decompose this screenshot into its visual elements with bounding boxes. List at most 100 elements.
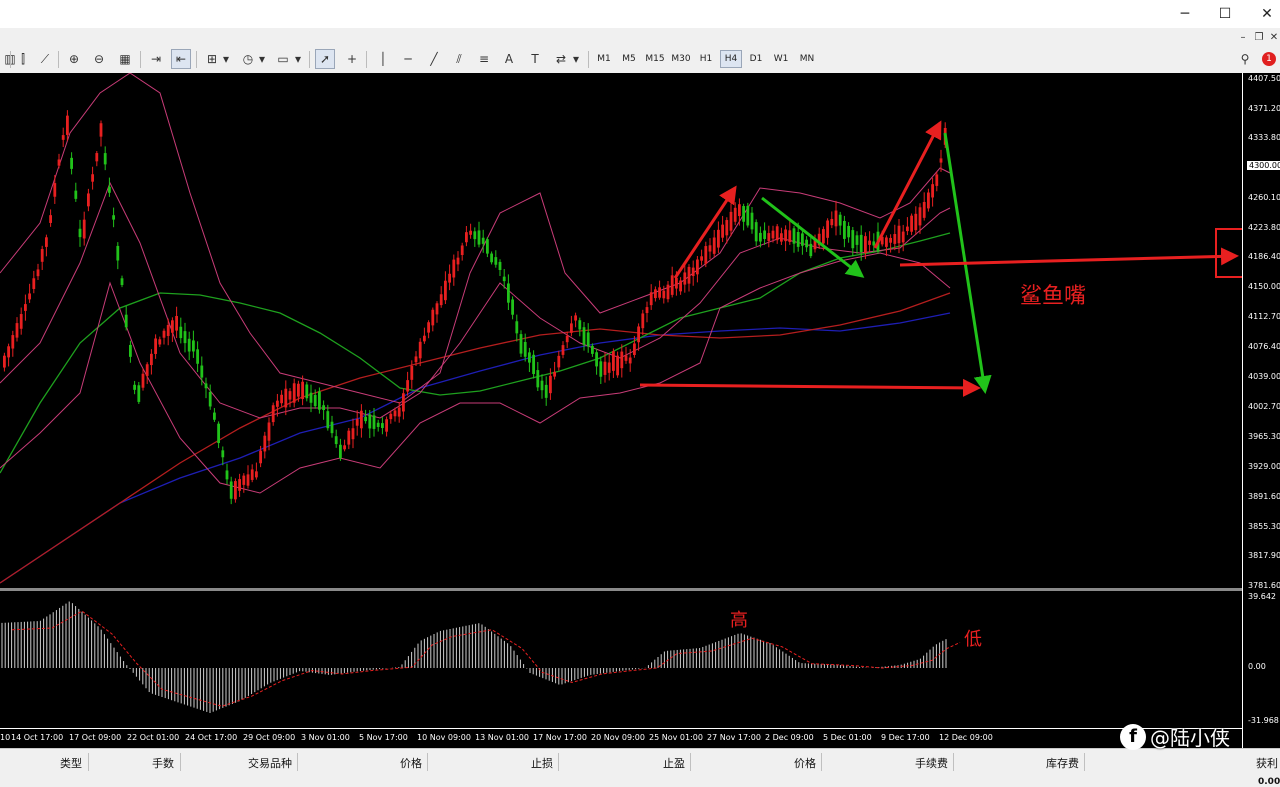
candles-icon[interactable]: ⫿ [13,49,33,69]
current-price-label: 4300.00 [1247,161,1280,170]
candle-body [435,303,439,315]
chart-canvas[interactable] [0,73,1242,728]
notification-icon[interactable]: 1 [1259,49,1279,69]
search-icon[interactable]: ⚲ [1235,49,1255,69]
candle-body [830,218,834,226]
candle-body [255,471,258,478]
candle-body [11,335,15,349]
vertical-line-icon[interactable]: │ [373,49,393,69]
maximize-button[interactable]: ☐ [1202,0,1248,28]
timeframe-mn[interactable]: MN [795,50,819,68]
candle-body [28,293,31,300]
column-divider[interactable] [297,753,298,771]
candle-body [129,344,132,357]
price-scale[interactable]: 4407.50 4371.20 4333.80 4300.00 4260.10 … [1242,73,1280,748]
candle-body [192,340,195,352]
timeframe-m15[interactable]: M15 [642,50,668,68]
zoom-in-icon[interactable]: ⊕ [64,49,84,69]
candle-body [658,287,661,298]
child-restore-icon[interactable]: ❐ [1252,30,1266,44]
timeframe-d1[interactable]: D1 [745,50,767,68]
candle-body [553,371,556,377]
candle-body [103,153,107,165]
time-label: 5 Nov 17:00 [359,733,408,742]
indicators-icon[interactable]: ⊞ [202,49,222,69]
close-button[interactable]: ✕ [1244,0,1280,28]
chart-shift-icon[interactable]: ⇤ [171,49,191,69]
tile-windows-icon[interactable]: ▦ [115,49,135,69]
column-swap[interactable]: 库存费 [1046,755,1079,771]
crosshair-icon[interactable]: + [342,49,362,69]
text-label-icon[interactable]: T [525,49,545,69]
timeframe-m1[interactable]: M1 [593,50,615,68]
child-close-icon[interactable]: ✕ [1267,30,1280,44]
timeframe-h4[interactable]: H4 [720,50,742,68]
templates-icon[interactable]: ▭ [273,49,293,69]
autoscroll-icon[interactable]: ⇥ [146,49,166,69]
horizontal-line-icon[interactable]: ─ [398,49,418,69]
column-price-current[interactable]: 价格 [794,755,816,771]
column-divider[interactable] [427,753,428,771]
candle-body [578,320,582,330]
zoom-out-icon[interactable]: ⊖ [89,49,109,69]
candle-body [271,405,275,423]
line-chart-icon[interactable]: ⟋ [35,49,55,69]
timeframe-w1[interactable]: W1 [770,50,792,68]
time-label: 13 Nov 01:00 [475,733,529,742]
candle-body [939,158,943,163]
text-icon[interactable]: A [499,49,519,69]
chevron-down-icon[interactable]: ▾ [220,49,232,69]
periods-icon[interactable]: ◷ [238,49,258,69]
column-divider[interactable] [558,753,559,771]
candle-body [927,192,930,209]
candle-body [628,357,632,364]
chevron-down-icon[interactable]: ▾ [256,49,268,69]
candle-body [725,220,729,236]
column-divider[interactable] [953,753,954,771]
cursor-icon[interactable]: ➚ [315,49,335,69]
candle-body [595,352,598,367]
candle-body [389,413,393,420]
price-label: 4186.40 [1248,252,1280,261]
time-label: 5 Dec 01:00 [823,733,872,742]
chevron-down-icon[interactable]: ▾ [570,49,582,69]
candle-body [754,222,758,242]
column-divider[interactable] [180,753,181,771]
candle-body [385,419,388,432]
candle-body [544,384,548,398]
candle-body [452,259,456,278]
candle-body [61,135,65,140]
column-price[interactable]: 价格 [400,755,422,771]
chevron-down-icon[interactable]: ▾ [292,49,304,69]
candle-body [120,278,124,285]
time-axis[interactable]: 10 14 Oct 17:00 17 Oct 09:00 22 Oct 01:0… [0,728,1242,748]
pane-divider[interactable] [0,588,1280,591]
fibonacci-icon[interactable]: ≡ [474,49,494,69]
child-minimize-icon[interactable]: – [1236,30,1250,44]
arrows-icon[interactable]: ⇄ [551,49,571,69]
candle-body [288,391,292,400]
candle-body [305,384,309,399]
timeframe-h1[interactable]: H1 [695,50,717,68]
column-take-profit[interactable]: 止盈 [663,755,685,771]
candle-body [729,211,733,231]
candle-body [74,190,78,199]
column-divider[interactable] [1084,753,1085,771]
candle-body [259,450,262,464]
channel-icon[interactable]: ⫽ [449,49,469,69]
candle-body [465,232,468,243]
timeframe-m5[interactable]: M5 [618,50,640,68]
column-divider[interactable] [821,753,822,771]
column-type[interactable]: 类型 [60,755,82,771]
column-stop-loss[interactable]: 止损 [531,755,553,771]
timeframe-m30[interactable]: M30 [668,50,694,68]
price-chart[interactable] [0,73,1280,748]
candle-body [675,277,678,289]
trendline-icon[interactable]: ╱ [424,49,444,69]
column-lots[interactable]: 手数 [152,755,174,771]
column-divider[interactable] [88,753,89,771]
column-commission[interactable]: 手续费 [915,755,948,771]
column-divider[interactable] [690,753,691,771]
column-symbol[interactable]: 交易品种 [248,755,292,771]
column-profit[interactable]: 获利 [1256,755,1278,771]
